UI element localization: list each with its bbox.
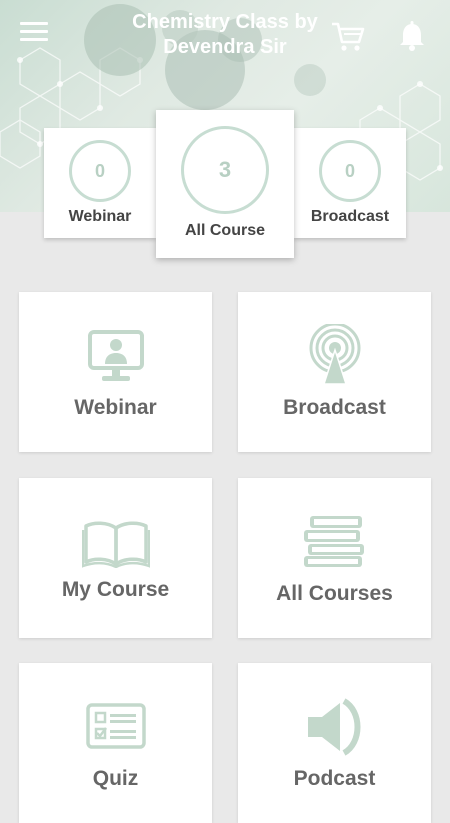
stat-label: All Course — [184, 222, 265, 239]
tile-label: Podcast — [293, 767, 376, 790]
stat-card-webinar[interactable]: 0 Webinar — [44, 128, 156, 238]
stat-label: Webinar — [68, 208, 132, 225]
broadcast-icon — [309, 324, 360, 385]
tile-label: Webinar — [74, 396, 157, 419]
stat-label: Broadcast — [310, 208, 390, 225]
tile-label: Quiz — [92, 767, 139, 790]
tile-my-course[interactable]: My Course — [19, 478, 212, 638]
cart-icon[interactable] — [330, 18, 366, 54]
stat-card-all-course[interactable]: 3 All Course — [156, 110, 294, 258]
bell-icon[interactable] — [396, 20, 428, 52]
tile-podcast[interactable]: Podcast — [238, 663, 431, 823]
webinar-icon — [87, 330, 144, 381]
page-title: Chemistry Class by Devendra Sir — [132, 11, 318, 58]
tile-label: My Course — [61, 578, 170, 601]
quiz-icon — [85, 703, 146, 749]
tile-quiz[interactable]: Quiz — [19, 663, 212, 823]
menu-icon[interactable] — [20, 22, 48, 46]
broadcast-count-circle: 0 — [319, 140, 381, 202]
stat-card-broadcast[interactable]: 0 Broadcast — [294, 128, 406, 238]
tile-label: Broadcast — [283, 396, 386, 419]
all-course-count-circle: 3 — [181, 126, 269, 214]
open-book-icon — [81, 521, 150, 568]
tile-broadcast[interactable]: Broadcast — [238, 292, 431, 452]
tile-webinar[interactable]: Webinar — [19, 292, 212, 452]
books-stack-icon — [303, 516, 364, 567]
webinar-count-circle: 0 — [69, 140, 131, 202]
tile-label: All Courses — [276, 582, 393, 605]
speaker-icon — [307, 698, 360, 756]
tile-all-courses[interactable]: All Courses — [238, 478, 431, 638]
